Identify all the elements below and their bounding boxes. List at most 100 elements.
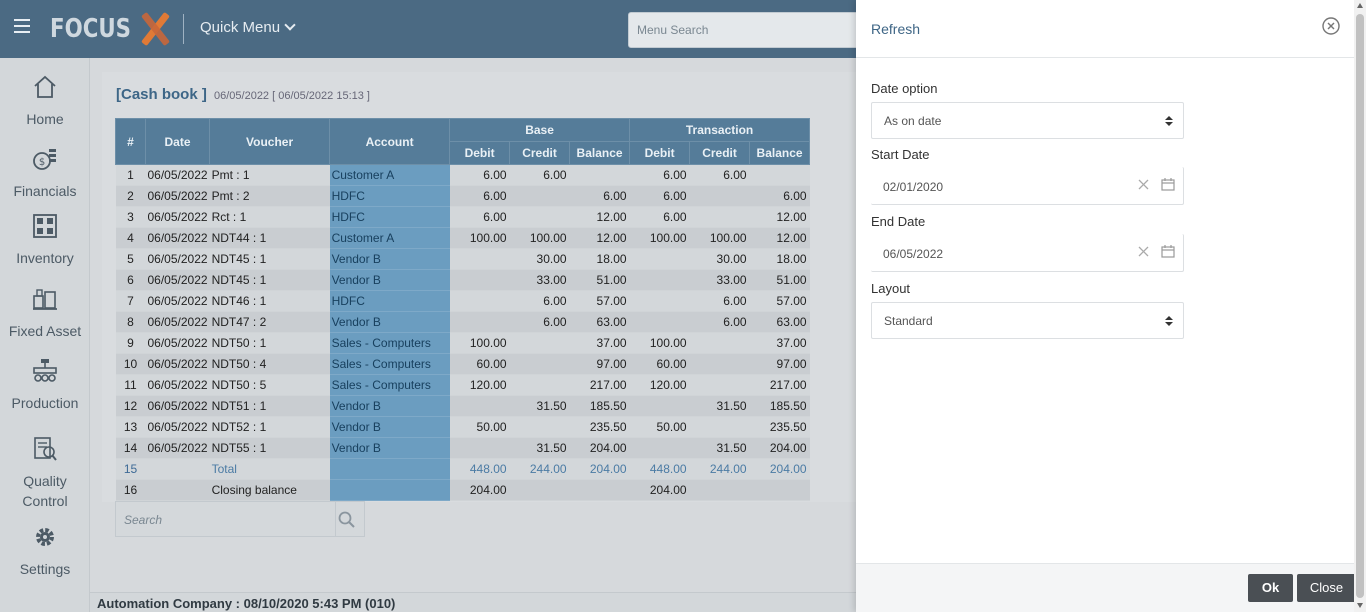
cell-voucher: Closing balance — [209, 479, 330, 501]
date-option-select[interactable]: As on date — [871, 102, 1184, 139]
ok-button[interactable]: Ok — [1248, 574, 1293, 602]
cell-base-balance: 6.00 — [569, 185, 630, 207]
cell-base-debit: 100.00 — [449, 332, 510, 354]
cell-txn-credit — [689, 353, 750, 375]
search-icon[interactable] — [338, 511, 356, 529]
sidebar-item-financials[interactable]: $ Financials — [0, 146, 90, 201]
end-date-field[interactable]: 06/05/2022 — [871, 234, 1184, 272]
layout-select[interactable]: Standard — [871, 302, 1184, 339]
table-row[interactable]: 7 06/05/2022 NDT46 : 1 HDFC 6.00 57.00 6.00 57.… — [115, 290, 810, 312]
cell-date: 06/05/2022 — [145, 395, 210, 417]
scrollbar-thumb[interactable] — [1356, 14, 1364, 598]
cell-txn-credit — [689, 416, 750, 438]
column-header-transaction-balance[interactable]: Balance — [749, 141, 811, 165]
column-header-transaction-debit[interactable]: Debit — [629, 141, 691, 165]
report-subtitle: 06/05/2022 [ 06/05/2022 15:13 ] — [214, 90, 370, 102]
close-button[interactable]: Close — [1297, 574, 1356, 602]
table-row[interactable]: 11 06/05/2022 NDT50 : 5 Sales - Computers 12… — [115, 374, 810, 396]
production-icon — [33, 359, 57, 382]
calendar-icon[interactable] — [1161, 245, 1175, 258]
cell-base-debit: 6.00 — [449, 164, 510, 186]
closing-balance-row[interactable]: 16 Closing balance 204.00 204.00 — [115, 479, 810, 501]
cell-txn-balance: 204.00 — [749, 458, 810, 480]
cell-base-credit: 33.00 — [509, 269, 570, 291]
cell-txn-debit: 448.00 — [629, 458, 690, 480]
inventory-icon — [33, 214, 57, 238]
table-row[interactable]: 8 06/05/2022 NDT47 : 2 Vendor B 6.00 63.00 6.0… — [115, 311, 810, 333]
column-header-base-balance[interactable]: Balance — [569, 141, 631, 165]
sidebar-item-label: Inventory — [16, 250, 74, 266]
cell-voucher: NDT50 : 1 — [209, 332, 330, 354]
sidebar-item-label: Settings — [19, 561, 71, 577]
table-row[interactable]: 14 06/05/2022 NDT55 : 1 Vendor B 31.50 204.00… — [115, 437, 810, 459]
table-row[interactable]: 9 06/05/2022 NDT50 : 1 Sales - Computers 100… — [115, 332, 810, 354]
sidebar-item-production[interactable]: Production — [0, 358, 90, 413]
column-header-account[interactable]: Account — [329, 118, 451, 165]
table-row[interactable]: 5 06/05/2022 NDT45 : 1 Vendor B 30.00 18.00 30… — [115, 248, 810, 270]
cell-account: Vendor B — [329, 437, 450, 459]
sidebar-item-inventory[interactable]: Inventory — [0, 213, 90, 268]
table-row[interactable]: 12 06/05/2022 NDT51 : 1 Vendor B 31.50 185.50… — [115, 395, 810, 417]
date-option-label: Date option — [871, 81, 938, 96]
cell-txn-balance: 12.00 — [749, 206, 810, 228]
calendar-icon[interactable] — [1161, 178, 1175, 191]
menu-search-input[interactable]: Menu Search — [628, 12, 868, 48]
cell-account — [329, 479, 450, 501]
dialog-title: Refresh — [871, 21, 921, 37]
grid-search-input[interactable]: Search — [115, 501, 365, 537]
cell-date: 06/05/2022 — [145, 416, 210, 438]
table-row[interactable]: 1 06/05/2022 Pmt : 1 Customer A 6.00 6.00 6.00… — [115, 164, 810, 186]
column-header-base-debit[interactable]: Debit — [449, 141, 511, 165]
table-row[interactable]: 10 06/05/2022 NDT50 : 4 Sales - Computers 60… — [115, 353, 810, 375]
start-date-field[interactable]: 02/01/2020 — [871, 167, 1184, 205]
table-row[interactable]: 13 06/05/2022 NDT52 : 1 Vendor B 50.00 235.50… — [115, 416, 810, 438]
sidebar-item-quality-control[interactable]: Quality Control — [0, 436, 90, 511]
end-date-label: End Date — [871, 214, 926, 229]
quick-menu-button[interactable]: Quick Menu — [200, 19, 296, 36]
column-header-base-credit[interactable]: Credit — [509, 141, 571, 165]
cell-txn-credit — [689, 332, 750, 354]
column-header-transaction-credit[interactable]: Credit — [689, 141, 751, 165]
table-row[interactable]: 6 06/05/2022 NDT45 : 1 Vendor B 33.00 51.00 33… — [115, 269, 810, 291]
sidebar-item-settings[interactable]: Settings — [0, 524, 90, 579]
cell-account: Vendor B — [329, 269, 450, 291]
column-header-date[interactable]: Date — [144, 118, 211, 165]
cell-base-balance: 185.50 — [569, 395, 630, 417]
scroll-down-arrow-icon[interactable] — [1357, 603, 1363, 608]
cell-index: 15 — [115, 458, 146, 480]
dialog-header: Refresh — [856, 0, 1354, 58]
table-row[interactable]: 3 06/05/2022 Rct : 1 HDFC 6.00 12.00 6.00 12.00 — [115, 206, 810, 228]
cell-base-credit: 244.00 — [509, 458, 570, 480]
cell-txn-credit — [689, 374, 750, 396]
cell-txn-debit: 60.00 — [629, 353, 690, 375]
date-option-value: As on date — [884, 114, 942, 128]
cell-voucher: NDT50 : 5 — [209, 374, 330, 396]
column-header-voucher[interactable]: Voucher — [209, 118, 331, 165]
cell-index: 1 — [115, 164, 146, 186]
sidebar-item-home[interactable]: Home — [0, 74, 90, 129]
clear-icon[interactable] — [1138, 246, 1149, 257]
column-header-index[interactable]: # — [115, 118, 146, 165]
table-row[interactable]: 4 06/05/2022 NDT44 : 1 Customer A 100.00 100.… — [115, 227, 810, 249]
cell-index: 2 — [115, 185, 146, 207]
logo-x-mark — [139, 11, 171, 47]
focus-logo: FOCUS — [50, 11, 171, 47]
cell-base-balance — [569, 164, 630, 186]
sidebar-item-fixed-asset[interactable]: Fixed Asset — [0, 286, 90, 341]
cell-base-balance: 204.00 — [569, 458, 630, 480]
total-row[interactable]: 15 Total 448.00 244.00 204.00 448.00 244.00 204… — [115, 458, 810, 480]
scroll-up-arrow-icon[interactable] — [1357, 3, 1363, 8]
hamburger-menu-icon[interactable] — [14, 19, 30, 33]
cell-account: Vendor B — [329, 416, 450, 438]
clear-icon[interactable] — [1138, 179, 1149, 190]
cell-voucher: NDT50 : 4 — [209, 353, 330, 375]
start-date-label: Start Date — [871, 147, 930, 162]
cell-base-debit — [449, 311, 510, 333]
close-icon[interactable] — [1322, 17, 1340, 35]
cell-base-credit: 6.00 — [509, 290, 570, 312]
table-row[interactable]: 2 06/05/2022 Pmt : 2 HDFC 6.00 6.00 6.00 6.00 — [115, 185, 810, 207]
cell-txn-credit: 244.00 — [689, 458, 750, 480]
cell-base-balance: 18.00 — [569, 248, 630, 270]
cell-date — [145, 479, 210, 501]
cell-date: 06/05/2022 — [145, 185, 210, 207]
